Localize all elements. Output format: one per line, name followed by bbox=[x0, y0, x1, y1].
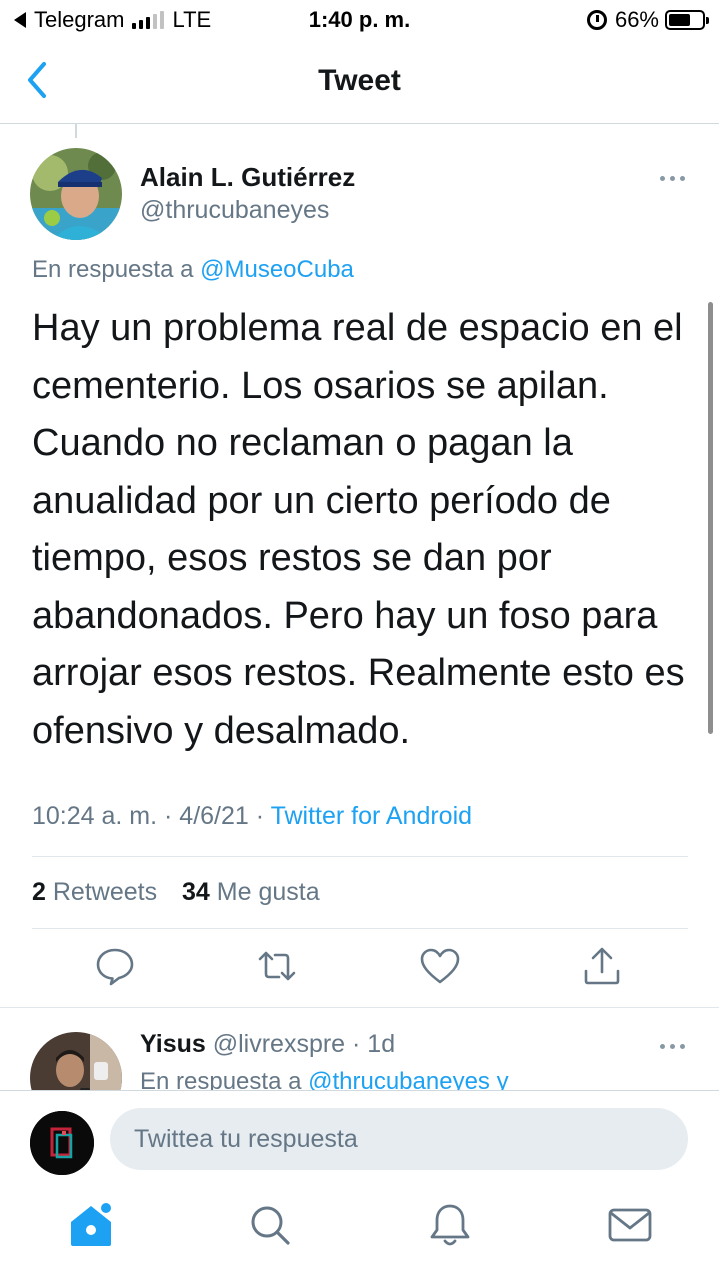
tweet-time-date: 10:24 a. m. · 4/6/21 · bbox=[32, 802, 271, 830]
tweet-source-link[interactable]: Twitter for Android bbox=[271, 802, 472, 830]
user-avatar[interactable] bbox=[30, 1111, 94, 1175]
battery-percent: 66% bbox=[614, 7, 659, 32]
messages-icon[interactable] bbox=[605, 1200, 655, 1250]
retweet-icon[interactable] bbox=[255, 944, 299, 988]
reply-sub-prefix: En respuesta a bbox=[140, 1068, 309, 1090]
like-button[interactable] bbox=[418, 944, 462, 988]
share-icon[interactable] bbox=[580, 944, 624, 988]
share-button[interactable] bbox=[580, 944, 624, 988]
retweet-button[interactable] bbox=[255, 944, 299, 988]
tab-messages[interactable] bbox=[605, 1200, 655, 1250]
search-icon[interactable] bbox=[245, 1200, 295, 1250]
reply-more-options-icon[interactable] bbox=[660, 1044, 685, 1049]
notifications-icon[interactable] bbox=[425, 1200, 475, 1250]
home-notification-dot bbox=[101, 1203, 111, 1213]
tab-search[interactable] bbox=[245, 1200, 295, 1250]
author-avatar[interactable] bbox=[30, 148, 122, 240]
likes-label[interactable]: Me gusta bbox=[217, 878, 320, 906]
battery-icon bbox=[665, 10, 709, 30]
reply-icon[interactable] bbox=[93, 944, 137, 988]
tab-notifications[interactable] bbox=[425, 1200, 475, 1250]
reply-button[interactable] bbox=[93, 944, 137, 988]
reply-sub-mention-link[interactable]: @thrucubaneyes y bbox=[308, 1068, 508, 1090]
tweet-actions bbox=[0, 944, 719, 994]
more-options-icon[interactable] bbox=[660, 176, 685, 181]
reply-mention-link[interactable]: @MuseoCuba bbox=[200, 256, 354, 283]
retweets-label[interactable]: Retweets bbox=[53, 878, 157, 906]
divider bbox=[32, 928, 688, 929]
reply-author-name[interactable]: Yisus bbox=[140, 1030, 206, 1058]
reply-header: Yisus @livrexspre · 1d bbox=[140, 1030, 395, 1059]
like-icon[interactable] bbox=[418, 944, 462, 988]
thread-line bbox=[75, 124, 77, 138]
status-bar: Telegram LTE 1:40 p. m. 66% bbox=[0, 0, 719, 40]
reply-context: En respuesta a @MuseoCuba bbox=[32, 256, 354, 284]
reply-input[interactable] bbox=[110, 1108, 688, 1170]
battery-level bbox=[669, 14, 691, 26]
reply-prefix: En respuesta a bbox=[32, 256, 201, 283]
tweet-text: Hay un problema real de espacio en el ce… bbox=[32, 307, 685, 752]
status-right: 66% bbox=[586, 7, 709, 33]
author-name[interactable]: Alain L. Gutiérrez bbox=[140, 162, 355, 193]
tweet-stats: 2 Retweets 34 Me gusta bbox=[32, 878, 320, 907]
reply-composer bbox=[0, 1090, 719, 1190]
reply-context: En respuesta a @thrucubaneyes y bbox=[140, 1068, 509, 1090]
likes-count[interactable]: 34 bbox=[182, 878, 210, 906]
section-divider bbox=[0, 1007, 719, 1008]
reply-author-meta[interactable]: @livrexspre · 1d bbox=[213, 1030, 395, 1058]
tweet-timestamp: 10:24 a. m. · 4/6/21 · Twitter for Andro… bbox=[32, 802, 472, 831]
alarm-icon bbox=[586, 10, 607, 30]
page-title: Tweet bbox=[318, 64, 401, 97]
retweets-count[interactable]: 2 bbox=[32, 878, 46, 906]
divider bbox=[32, 856, 688, 857]
author-handle[interactable]: @thrucubaneyes bbox=[140, 196, 329, 225]
nav-header: Tweet bbox=[0, 40, 719, 124]
scroll-indicator[interactable] bbox=[708, 302, 713, 734]
